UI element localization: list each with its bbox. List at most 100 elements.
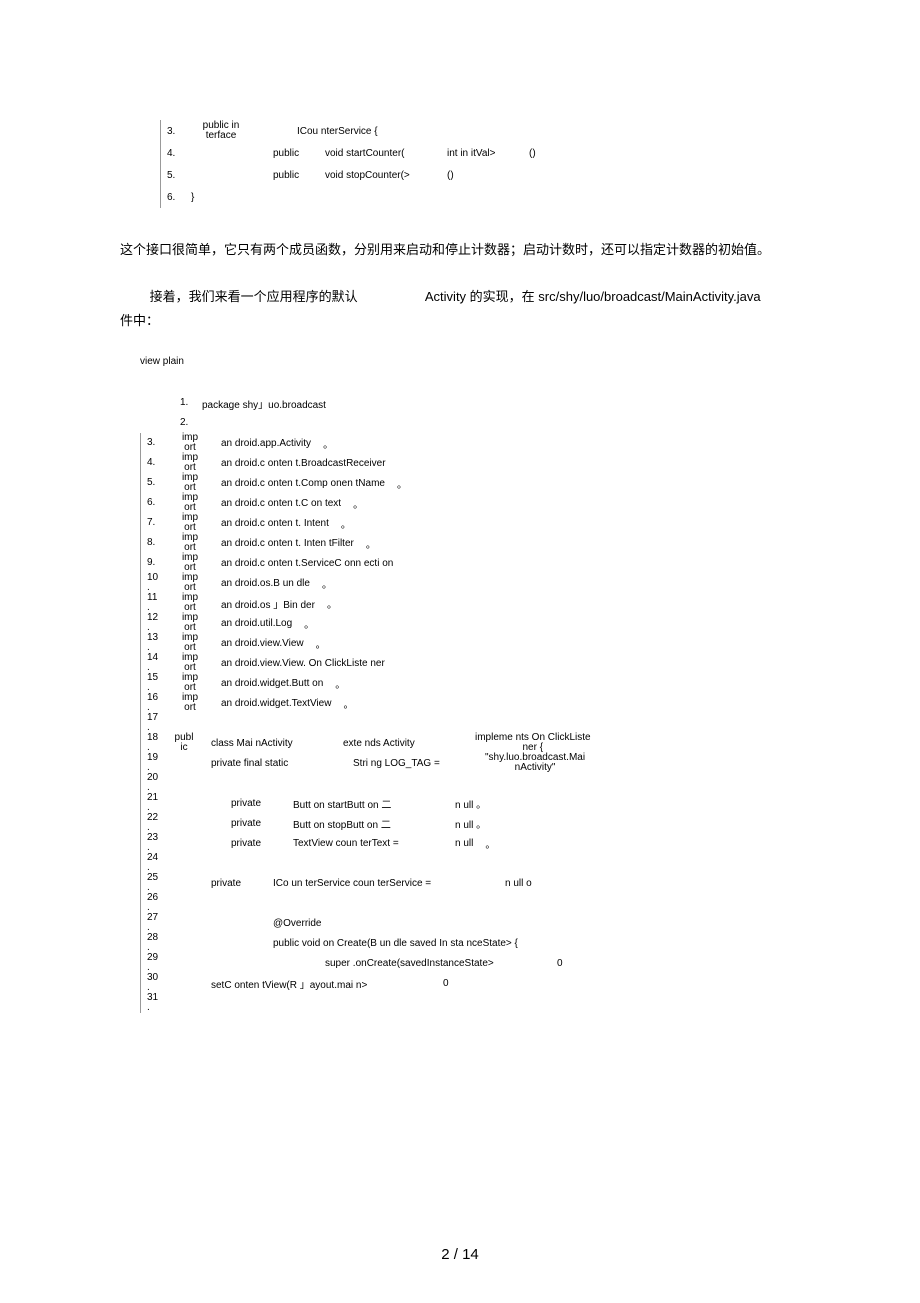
para2-mid: Activity 的实现，在 src/shy/luo/broadcast/Mai… <box>425 289 761 304</box>
code-cell: n ull o <box>499 878 538 889</box>
code-cell: Stri ng LOG_TAG = <box>347 758 479 769</box>
code-cell: public interface <box>185 121 257 141</box>
code-row: 2. <box>140 413 860 433</box>
code-row: 24. <box>140 853 860 873</box>
code-row: 12.importan droid.util.Log。 <box>140 613 860 633</box>
code-row: 1.package shy」uo.broadcast <box>140 393 860 413</box>
line-number: 11. <box>147 593 163 613</box>
code-cell: an droid.widget.TextView <box>211 698 337 709</box>
line-number: 8. <box>147 538 163 548</box>
line-number: 9. <box>147 558 163 568</box>
line-number: 22. <box>147 813 163 833</box>
code-cell: public <box>267 170 319 181</box>
code-cell: an droid.c onten t.Comp onen tName <box>211 478 391 489</box>
code-cell: n ull 。 <box>449 816 492 831</box>
line-number: 10. <box>147 573 163 593</box>
code-row: 15.importan droid.widget.Butt on。 <box>140 673 860 693</box>
code-cell: 。 <box>337 696 359 711</box>
line-number: 12. <box>147 613 163 633</box>
code-cell: an droid.c onten t. Inten tFilter <box>211 538 360 549</box>
line-number: 6. <box>147 498 163 508</box>
code-cell: Butt on stopButt on 二 <box>287 816 449 831</box>
code-row: 4.importan droid.c onten t.BroadcastRece… <box>140 453 860 473</box>
code-cell: import <box>163 573 211 593</box>
code-cell: exte nds Activity <box>337 738 469 749</box>
code-cell: import <box>163 453 211 473</box>
code-row: 6.importan droid.c onten t.C on text。 <box>140 493 860 513</box>
line-number: 5. <box>167 170 185 181</box>
line-number: 14. <box>147 653 163 673</box>
line-number: 17. <box>147 713 163 733</box>
code-cell: an droid.c onten t.BroadcastReceiver <box>211 458 392 469</box>
line-number: 26. <box>147 893 163 913</box>
code-cell: 。 <box>317 436 339 451</box>
code-row: 28.public void on Create(B un dle saved … <box>140 933 860 953</box>
line-number: 13. <box>147 633 163 653</box>
line-number: 4. <box>167 148 185 159</box>
paragraph-2: 接着，我们来看一个应用程序的默认 Activity 的实现，在 src/shy/… <box>120 285 800 332</box>
code-cell: 。 <box>479 836 501 851</box>
code-row: 27.@Override <box>140 913 860 933</box>
line-number: 4. <box>147 458 163 468</box>
code-row: 29.super .onCreate(savedInstanceState>0 <box>140 953 860 973</box>
code-cell: private <box>205 878 267 889</box>
line-number: 23. <box>147 833 163 853</box>
code-cell: import <box>163 653 211 673</box>
code-cell: () <box>523 148 542 159</box>
code-row: 6.} <box>161 186 860 208</box>
code-row: 22. privateButt on stopButt on 二n ull 。 <box>140 813 860 833</box>
line-number: 15. <box>147 673 163 693</box>
line-number: 16. <box>147 693 163 713</box>
code-row: 17. <box>140 713 860 733</box>
code-cell: import <box>163 433 211 453</box>
code-cell: public <box>267 148 319 159</box>
code-cell: an droid.c onten t.ServiceC onn ecti on <box>211 558 399 569</box>
para2-post: 件中： <box>120 313 159 328</box>
line-number: 31. <box>147 993 163 1013</box>
code-row: 25.privateICo un terService coun terServ… <box>140 873 860 893</box>
code-cell: private <box>225 838 287 849</box>
line-number: 7. <box>147 518 163 528</box>
code-cell: impleme nts On ClickListener { <box>469 733 597 753</box>
document-page: 3. public interfaceICou nterService { 4. pu… <box>0 0 920 1303</box>
code-cell: void stopCounter(> <box>319 170 441 181</box>
code-block-interface: 3.public interfaceICou nterService {4.pu… <box>160 120 860 208</box>
line-number: 5. <box>147 478 163 488</box>
code-cell: an droid.view.View <box>211 638 310 649</box>
code-cell: an droid.c onten t. Intent <box>211 518 335 529</box>
code-cell: ICou nterService { <box>257 126 384 137</box>
code-row: 4. publicvoid startCounter(int in itVal>(… <box>161 142 860 164</box>
code-cell: 0 <box>437 978 455 989</box>
para2-pre: 接着，我们来看一个应用程序的默认 <box>150 289 358 304</box>
code-cell: 。 <box>316 576 338 591</box>
code-cell: void startCounter( <box>319 148 441 159</box>
code-cell: import <box>163 673 211 693</box>
view-plain-link[interactable]: view plain <box>140 356 860 367</box>
code-cell: 。 <box>335 516 357 531</box>
code-row: 21.privateButt on startButt on 二n ull 。 <box>140 793 860 813</box>
code-row: 8.importan droid.c onten t. Inten tFilte… <box>140 533 860 553</box>
code-cell: n ull <box>449 838 479 849</box>
code-cell: int in itVal> <box>441 148 523 159</box>
line-number: 6. <box>167 192 185 203</box>
code-row: 9.importan droid.c onten t.ServiceC onn … <box>140 553 860 573</box>
code-cell: 。 <box>329 676 351 691</box>
code-cell: } <box>185 192 200 203</box>
code-cell: private <box>225 818 287 829</box>
code-block-activity: 1.package shy」uo.broadcast2.3.importan d… <box>140 393 860 1013</box>
code-cell: an droid.view.View. On ClickListe ner <box>211 658 391 669</box>
code-row: 14.importan droid.view.View. On ClickLis… <box>140 653 860 673</box>
code-cell: 。 <box>360 536 382 551</box>
code-cell: an droid.widget.Butt on <box>211 678 329 689</box>
line-number: 1. <box>180 398 196 408</box>
line-number: 30. <box>147 973 163 993</box>
line-number: 18. <box>147 733 163 753</box>
line-number: 3. <box>147 438 163 448</box>
line-number: 28. <box>147 933 163 953</box>
code-cell: an droid.app.Activity <box>211 438 317 449</box>
code-row: 3.importan droid.app.Activity。 <box>140 433 860 453</box>
code-row: 16.importan droid.widget.TextView。 <box>140 693 860 713</box>
code-cell: ICo un terService coun terService = <box>267 878 499 889</box>
code-cell: super .onCreate(savedInstanceState> <box>319 958 551 969</box>
code-cell: import <box>163 613 211 633</box>
